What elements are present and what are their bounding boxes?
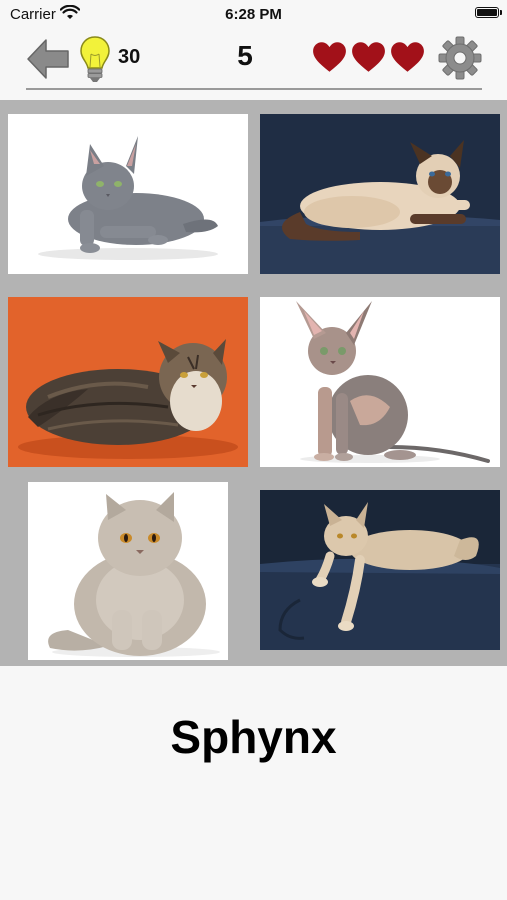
gear-icon: [438, 36, 482, 80]
cat-photo-grey-cat-lying: [8, 114, 248, 274]
status-bar: Carrier 6:28 PM: [0, 0, 507, 30]
cat-photo-fluffy-cream-cat-sitting: [28, 482, 228, 660]
grid-cell-6[interactable]: [255, 476, 505, 664]
settings-button[interactable]: [438, 36, 482, 80]
cat-photo-hairless-cat-sitting: [260, 297, 500, 467]
grid-cell-3[interactable]: [2, 289, 253, 474]
heart-icon: [313, 42, 346, 72]
grid-cell-1[interactable]: [2, 102, 253, 287]
lives-display: [312, 40, 425, 75]
grid-cell-5[interactable]: [2, 476, 253, 664]
toolbar-divider: [26, 88, 482, 90]
grid-cell-2[interactable]: [255, 102, 505, 287]
cat-photo-long-haired-tabby-orange-bg: [8, 297, 248, 467]
cat-photo-cream-long-haired-cat-lying: [260, 490, 500, 650]
answer-image-grid: [0, 100, 507, 666]
cat-photo-siamese-lying: [260, 114, 500, 274]
breed-name-prompt: Sphynx: [170, 711, 337, 763]
grid-cell-4[interactable]: [255, 289, 505, 474]
heart-icon: [391, 42, 424, 72]
game-toolbar: 30 5: [0, 30, 507, 88]
heart-icon: [352, 42, 385, 72]
battery-icon: [475, 7, 502, 18]
clock: 6:28 PM: [225, 6, 282, 23]
